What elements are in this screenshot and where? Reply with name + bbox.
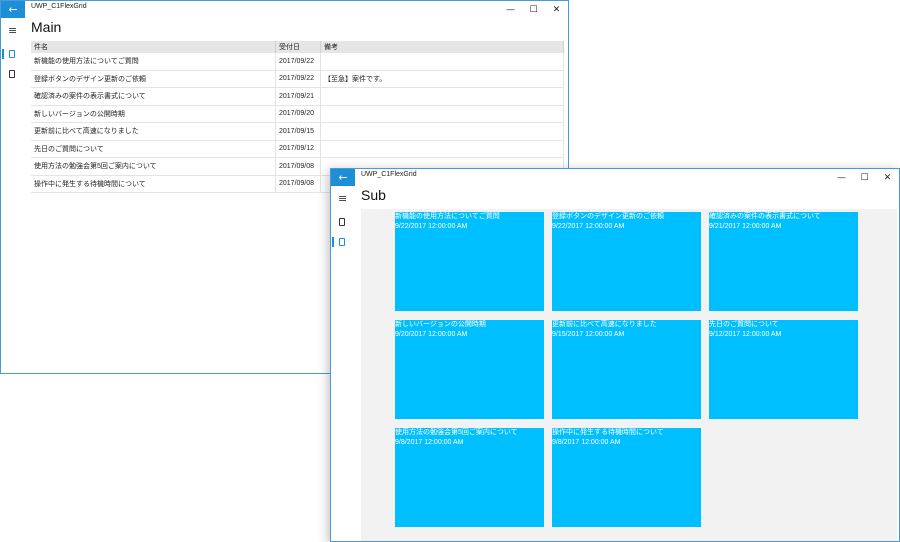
grid-header-row: 件名 受付日 備考 xyxy=(31,41,564,53)
cell-subject[interactable]: 新機能の使用方法についてご質問 xyxy=(31,53,276,71)
table-row[interactable]: 登録ボタンのデザイン更新のご依頼 2017/09/22 【至急】案件です。 xyxy=(31,70,564,88)
tile-item[interactable]: 先日のご質問について 9/12/2017 12:00:00 AM xyxy=(709,320,858,419)
close-icon[interactable]: ✕ xyxy=(545,1,568,18)
hamburger-menu-icon[interactable]: ≡ xyxy=(8,25,17,36)
tile-subject: 操作中に発生する待機時間について xyxy=(552,429,664,436)
table-row[interactable]: 更新前に比べて高速になりました 2017/09/15 xyxy=(31,122,564,141)
cell-note[interactable] xyxy=(320,140,564,158)
tile-subject: 使用方法の勉強会第5回ご案内について xyxy=(395,429,518,436)
tile-item[interactable]: 登録ボタンのデザイン更新のご依頼 9/22/2017 12:00:00 AM xyxy=(552,212,701,311)
back-arrow-icon[interactable]: ← xyxy=(331,169,355,186)
tile-item[interactable]: 操作中に発生する待機時間について 9/8/2017 12:00:00 AM xyxy=(552,428,701,527)
main-app-title: UWP_C1FlexGrid xyxy=(31,3,87,10)
cell-note[interactable] xyxy=(320,122,564,141)
sub-window: ← UWP_C1FlexGrid — ☐ ✕ ≡ Sub 新機能の使用方法につい… xyxy=(330,168,900,542)
cell-subject[interactable]: 使用方法の勉強会第5回ご案内について xyxy=(31,157,276,176)
column-header-note[interactable]: 備考 xyxy=(320,41,564,53)
tile-datetime: 9/15/2017 12:00:00 AM xyxy=(552,331,625,338)
tile-item[interactable]: 更新前に比べて高速になりました 9/15/2017 12:00:00 AM xyxy=(552,320,701,419)
maximize-icon[interactable]: ☐ xyxy=(522,1,545,18)
page-title: Sub xyxy=(361,187,386,203)
sub-caption-buttons: — ☐ ✕ xyxy=(830,169,899,186)
tile-datetime: 9/8/2017 12:00:00 AM xyxy=(552,439,621,446)
table-row[interactable]: 確認済みの案件の表示書式について 2017/09/21 xyxy=(31,87,564,106)
tile-datetime: 9/12/2017 12:00:00 AM xyxy=(709,331,782,338)
cell-date[interactable]: 2017/09/08 xyxy=(275,175,321,193)
minimize-icon[interactable]: — xyxy=(830,169,853,186)
hamburger-menu-icon[interactable]: ≡ xyxy=(338,193,347,204)
tile-subject: 新しいバージョンの公開時期 xyxy=(395,321,486,328)
cell-note[interactable] xyxy=(320,87,564,106)
table-row[interactable]: 新機能の使用方法についてご質問 2017/09/22 xyxy=(31,53,564,71)
tiles-panel: 新機能の使用方法についてご質問 9/22/2017 12:00:00 AM 登録ボ… xyxy=(361,209,897,541)
cell-date[interactable]: 2017/09/21 xyxy=(275,87,321,106)
main-titlebar[interactable]: ← UWP_C1FlexGrid — ☐ ✕ xyxy=(1,1,568,18)
cell-date[interactable]: 2017/09/22 xyxy=(275,70,321,88)
tile-datetime: 9/22/2017 12:00:00 AM xyxy=(395,223,468,230)
column-header-date[interactable]: 受付日 xyxy=(275,41,321,53)
tile-subject: 登録ボタンのデザイン更新のご依頼 xyxy=(552,213,664,220)
tile-datetime: 9/20/2017 12:00:00 AM xyxy=(395,331,468,338)
tile-item[interactable]: 新しいバージョンの公開時期 9/20/2017 12:00:00 AM xyxy=(395,320,544,419)
nav-page-sub-icon[interactable] xyxy=(339,238,345,246)
tile-subject: 更新前に比べて高速になりました xyxy=(552,321,657,328)
maximize-icon[interactable]: ☐ xyxy=(853,169,876,186)
tile-item[interactable]: 新機能の使用方法についてご質問 9/22/2017 12:00:00 AM xyxy=(395,212,544,311)
cell-subject[interactable]: 先日のご質問について xyxy=(31,140,276,158)
tile-subject: 確認済みの案件の表示書式について xyxy=(709,213,821,220)
tile-datetime: 9/8/2017 12:00:00 AM xyxy=(395,439,464,446)
tile-subject: 新機能の使用方法についてご質問 xyxy=(395,213,500,220)
tile-subject: 先日のご質問について xyxy=(709,321,779,328)
main-caption-buttons: — ☐ ✕ xyxy=(499,1,568,18)
minimize-icon[interactable]: — xyxy=(499,1,522,18)
tile-datetime: 9/22/2017 12:00:00 AM xyxy=(552,223,625,230)
cell-subject[interactable]: 操作中に発生する待機時間について xyxy=(31,175,276,193)
cell-subject[interactable]: 更新前に比べて高速になりました xyxy=(31,122,276,141)
cell-note[interactable]: 【至急】案件です。 xyxy=(320,70,564,88)
tile-item[interactable]: 使用方法の勉強会第5回ご案内について 9/8/2017 12:00:00 AM xyxy=(395,428,544,527)
nav-page-main-icon[interactable] xyxy=(9,50,15,58)
cell-date[interactable]: 2017/09/15 xyxy=(275,122,321,141)
nav-page-sub-icon[interactable] xyxy=(9,70,15,78)
cell-date[interactable]: 2017/09/08 xyxy=(275,157,321,176)
table-row[interactable]: 先日のご質問について 2017/09/12 xyxy=(31,140,564,158)
tile-datetime: 9/21/2017 12:00:00 AM xyxy=(709,223,782,230)
cell-date[interactable]: 2017/09/20 xyxy=(275,105,321,123)
sub-titlebar[interactable]: ← UWP_C1FlexGrid — ☐ ✕ xyxy=(331,169,899,186)
back-arrow-icon[interactable]: ← xyxy=(1,1,25,18)
cell-note[interactable] xyxy=(320,53,564,71)
nav-page-main-icon[interactable] xyxy=(339,218,345,226)
tile-item[interactable]: 確認済みの案件の表示書式について 9/21/2017 12:00:00 AM xyxy=(709,212,858,311)
cell-date[interactable]: 2017/09/12 xyxy=(275,140,321,158)
cell-subject[interactable]: 登録ボタンのデザイン更新のご依頼 xyxy=(31,70,276,88)
nav-selection-indicator xyxy=(332,237,334,247)
close-icon[interactable]: ✕ xyxy=(876,169,899,186)
table-row[interactable]: 新しいバージョンの公開時期 2017/09/20 xyxy=(31,105,564,123)
page-title: Main xyxy=(31,19,62,35)
sub-app-title: UWP_C1FlexGrid xyxy=(361,171,417,178)
nav-selection-indicator xyxy=(2,49,4,59)
cell-date[interactable]: 2017/09/22 xyxy=(275,53,321,71)
cell-subject[interactable]: 確認済みの案件の表示書式について xyxy=(31,87,276,106)
cell-subject[interactable]: 新しいバージョンの公開時期 xyxy=(31,105,276,123)
column-header-subject[interactable]: 件名 xyxy=(31,41,276,53)
cell-note[interactable] xyxy=(320,105,564,123)
